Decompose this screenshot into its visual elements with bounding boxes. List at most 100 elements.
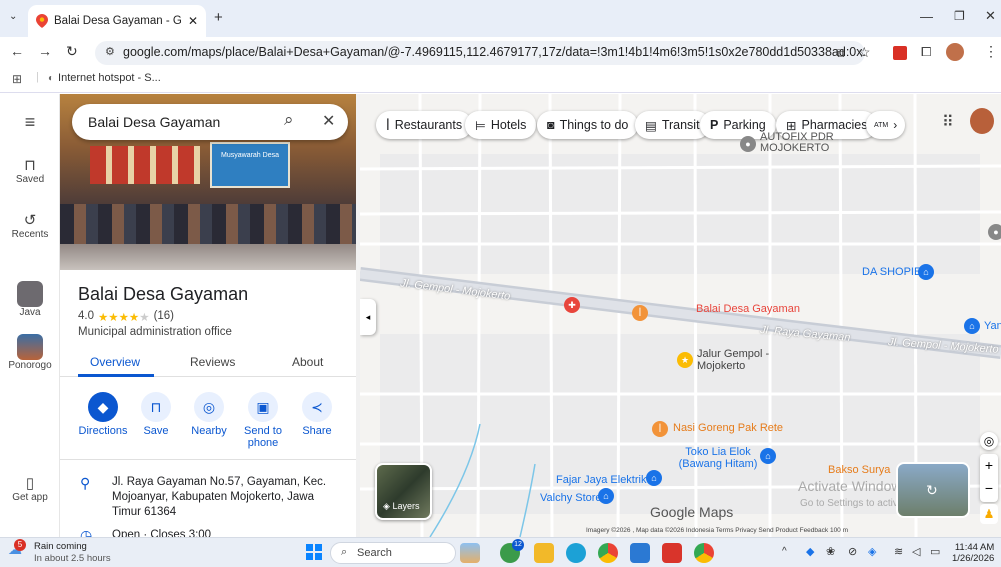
layers-button[interactable]: ◈ Layers <box>375 463 432 520</box>
place-category[interactable]: Municipal administration office <box>78 326 232 338</box>
label-jalur[interactable]: Jalur Gempol - Mojokerto <box>697 348 777 372</box>
label-da-shopie[interactable]: DA SHOPIE <box>862 266 921 278</box>
restaurant-pin-icon[interactable]: ꟾ <box>632 305 648 321</box>
edge-browser-icon[interactable] <box>566 543 586 563</box>
star-pin-icon[interactable]: ★ <box>677 352 693 368</box>
pdf-extension-icon[interactable] <box>893 46 907 60</box>
poi-edge-pin-icon[interactable]: ● <box>988 224 1001 240</box>
search-highlight-icon[interactable] <box>460 543 480 563</box>
map-footer[interactable]: Imagery ©2026 , Map data ©2026 Indonesia… <box>586 527 848 534</box>
label-toko[interactable]: Toko Lia Elok (Bawang Hitam) <box>678 446 758 470</box>
review-count[interactable]: (16) <box>154 310 174 324</box>
nearby-button[interactable]: ◎ <box>194 392 224 422</box>
zoom-out-icon[interactable]: − <box>980 477 998 500</box>
send-label[interactable]: Send to phone <box>240 425 286 449</box>
chip-things-to-do[interactable]: ◙ Things to do <box>537 111 639 139</box>
reload-icon[interactable]: ↻ <box>66 43 78 60</box>
new-tab-plus-icon[interactable]: + <box>214 9 223 26</box>
site-info-icon[interactable]: ⚙ <box>105 45 115 58</box>
search-icon[interactable]: ⌕ <box>284 110 294 130</box>
browser-tab[interactable]: Balai Desa Gayaman - Google I ✕ <box>28 5 206 37</box>
label-balai[interactable]: Balai Desa Gayaman <box>696 303 800 315</box>
open-in-app-icon[interactable]: ⧉ <box>836 46 845 61</box>
selected-place-pin-icon[interactable]: ✚ <box>564 297 580 313</box>
label-fajar[interactable]: Fajar Jaya Elektrik <box>556 474 646 486</box>
rail-get-app[interactable]: ▯ Get app <box>0 474 60 503</box>
back-arrow-icon[interactable]: ← <box>10 43 24 59</box>
fajar-pin-icon[interactable]: ⌂ <box>646 470 662 486</box>
my-location-icon[interactable]: ◎ <box>980 432 998 450</box>
directions-button[interactable]: ◆ <box>88 392 118 422</box>
tray-app-icon[interactable]: ❀ <box>826 545 835 558</box>
label-valchy[interactable]: Valchy Store <box>540 492 602 504</box>
tray-defender-icon[interactable]: ◈ <box>868 545 876 558</box>
tab-close-icon[interactable]: ✕ <box>188 14 198 28</box>
tray-no-disturb-icon[interactable]: ⊘ <box>848 545 857 558</box>
rail-recents[interactable]: ↺ Recents <box>0 211 60 240</box>
extensions-puzzle-icon[interactable]: ⧠ <box>921 44 931 60</box>
nearby-label[interactable]: Nearby <box>186 425 232 437</box>
autofix-pin-icon[interactable]: ● <box>740 136 756 152</box>
tray-dropbox-icon[interactable]: ◆ <box>806 545 814 558</box>
chip-hotels[interactable]: ⊨ Hotels <box>465 111 537 139</box>
chrome-profile-icon[interactable] <box>694 543 714 563</box>
word-icon[interactable] <box>630 543 650 563</box>
profile-avatar-icon[interactable] <box>946 43 964 61</box>
save-button[interactable]: ⊓ <box>141 392 171 422</box>
label-yan[interactable]: Yan <box>984 320 1001 332</box>
share-button[interactable]: ≺ <box>302 392 332 422</box>
tab-list-chevron-icon[interactable]: ⌄ <box>9 11 17 22</box>
chrome-browser-icon[interactable] <box>598 543 618 563</box>
bookmark-internet-hotspot[interactable]: ◐ Internet hotspot - S... <box>48 72 161 84</box>
minimize-icon[interactable]: — <box>920 9 933 24</box>
browser-menu-icon[interactable]: ⋮ <box>984 43 998 60</box>
taskbar-search-input[interactable]: ⌕ Search <box>330 542 456 564</box>
url-omnibox[interactable]: ⚙ google.com/maps/place/Balai+Desa+Gayam… <box>95 41 865 65</box>
tab-about[interactable]: About <box>292 355 323 369</box>
directions-label[interactable]: Directions <box>78 425 128 437</box>
weather-widget[interactable]: ☁ 5 Rain coming In about 2.5 hours <box>8 539 111 565</box>
yan-pin-icon[interactable]: ⌂ <box>964 318 980 334</box>
speaker-icon[interactable]: ◁ <box>912 545 920 558</box>
shop-pin-icon[interactable]: ⌂ <box>918 264 934 280</box>
search-input[interactable]: Balai Desa Gayaman ⌕ ✕ <box>72 104 348 140</box>
bookmark-star-icon[interactable]: ☆ <box>858 44 871 61</box>
share-label[interactable]: Share <box>296 425 338 437</box>
tab-reviews[interactable]: Reviews <box>190 355 235 369</box>
chip-transit[interactable]: ▤ Transit <box>635 111 710 139</box>
label-nasi[interactable]: Nasi Goreng Pak Rete <box>673 422 783 434</box>
forward-arrow-icon[interactable]: → <box>38 43 52 59</box>
wifi-icon[interactable]: ≋ <box>894 545 903 558</box>
battery-icon[interactable]: ▭ <box>930 545 940 558</box>
restore-icon[interactable]: ❐ <box>954 9 965 23</box>
pdf-reader-icon[interactable] <box>662 543 682 563</box>
map-canvas[interactable]: ꟾ Restaurants ⊨ Hotels ◙ Things to do ▤ Tran… <box>360 94 1001 537</box>
chip-more-chevron-icon[interactable]: › <box>893 118 897 132</box>
file-explorer-icon[interactable] <box>534 543 554 563</box>
save-label[interactable]: Save <box>136 425 176 437</box>
hours-text[interactable]: Open · Closes 3:00 <box>112 529 211 537</box>
account-avatar-icon[interactable] <box>970 108 994 134</box>
street-view-thumbnail[interactable]: ↻ <box>896 462 970 518</box>
chip-atm[interactable]: ATM › <box>866 111 906 139</box>
label-autofix[interactable]: AUTOFIX PDR MOJOKERTO <box>760 132 850 154</box>
label-bakso[interactable]: Bakso Surya <box>828 464 890 476</box>
apps-grid-icon[interactable]: ⊞ <box>12 72 22 86</box>
google-apps-grid-icon[interactable]: ⠿ <box>942 112 954 132</box>
food-pin-icon[interactable]: ꟾ <box>652 421 668 437</box>
address-text[interactable]: Jl. Raya Gayaman No.57, Gayaman, Kec. Mo… <box>112 475 342 520</box>
valchy-pin-icon[interactable]: ⌂ <box>598 488 614 504</box>
chip-restaurants[interactable]: ꟾ Restaurants <box>376 111 473 139</box>
collapse-panel-icon[interactable]: ◂ <box>360 299 376 335</box>
zoom-in-icon[interactable]: + <box>980 454 998 477</box>
rail-java[interactable]: Java <box>0 281 60 318</box>
rail-ponorogo[interactable]: Ponorogo <box>0 334 60 371</box>
clear-search-close-icon[interactable]: ✕ <box>322 111 335 131</box>
tab-overview[interactable]: Overview <box>90 355 140 369</box>
rail-saved[interactable]: ⊓ Saved <box>0 156 60 185</box>
send-to-phone-button[interactable]: ▣ <box>248 392 278 422</box>
hamburger-menu-icon[interactable]: ≡ <box>0 112 60 133</box>
window-close-icon[interactable]: ✕ <box>985 8 996 24</box>
pegman-icon[interactable]: ♟ <box>980 504 998 524</box>
start-windows-icon[interactable] <box>306 544 322 560</box>
